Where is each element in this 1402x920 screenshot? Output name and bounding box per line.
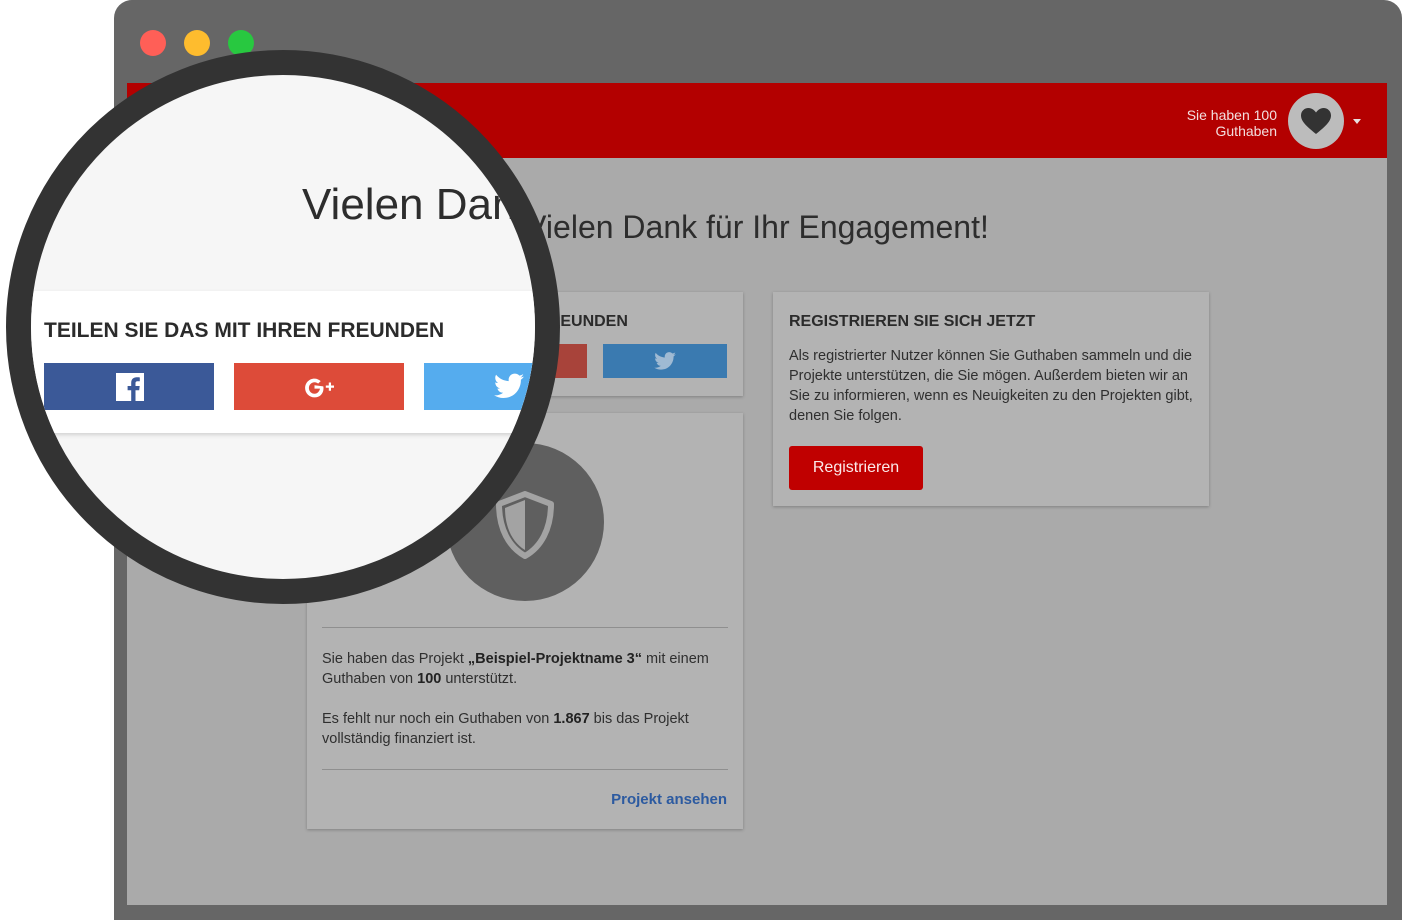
twitter-icon (654, 352, 676, 370)
twitter-share-button[interactable] (603, 344, 727, 378)
heart-icon (1301, 108, 1331, 134)
credits-display: Sie haben 100 Guthaben (1186, 107, 1277, 139)
view-project-link[interactable]: Projekt ansehen (611, 791, 727, 808)
remaining-amount: 1.867 (553, 711, 590, 727)
shield-icon (496, 491, 554, 559)
window-minimize-button[interactable] (184, 30, 210, 56)
facebook-share-button[interactable] (44, 363, 214, 410)
project-remaining-text: Es fehlt nur noch ein Guthaben von 1.867… (322, 709, 732, 749)
text-part: unterstützt. (441, 671, 518, 687)
register-card-title: REGISTRIEREN SIE SICH JETZT (789, 313, 1036, 330)
magnified-share-title: TEILEN SIE DAS MIT IHREN FREUNDEN (44, 319, 445, 342)
text-part: Es fehlt nur noch ein Guthaben von (322, 711, 554, 727)
google-plus-icon (305, 378, 334, 398)
project-support-text: Sie haben das Projekt „Beispiel-Projektn… (322, 649, 732, 689)
project-name: „Beispiel-Projektname 3“ (467, 651, 642, 667)
divider (322, 627, 728, 628)
magnified-page-title: Vielen Dank für Ihr Engagement! (302, 180, 539, 229)
divider (322, 769, 728, 770)
twitter-icon (494, 373, 524, 398)
register-button[interactable]: Registrieren (789, 446, 923, 490)
facebook-icon (116, 373, 144, 401)
window-close-button[interactable] (140, 30, 166, 56)
magnifier-lens: Vielen Dank für Ihr Engagement! TEILEN S… (6, 50, 560, 604)
google-plus-share-button[interactable] (234, 363, 404, 410)
register-description: Als registrierter Nutzer können Sie Guth… (789, 348, 1193, 424)
text-part: Sie haben das Projekt (322, 651, 468, 667)
support-amount: 100 (417, 671, 442, 687)
twitter-share-button[interactable] (424, 363, 535, 410)
register-card: REGISTRIEREN SIE SICH JETZT Als registri… (773, 292, 1209, 506)
magnified-share-card: TEILEN SIE DAS MIT IHREN FREUNDEN (31, 291, 535, 433)
user-avatar-button[interactable] (1288, 93, 1344, 149)
chevron-down-icon[interactable] (1353, 119, 1361, 124)
